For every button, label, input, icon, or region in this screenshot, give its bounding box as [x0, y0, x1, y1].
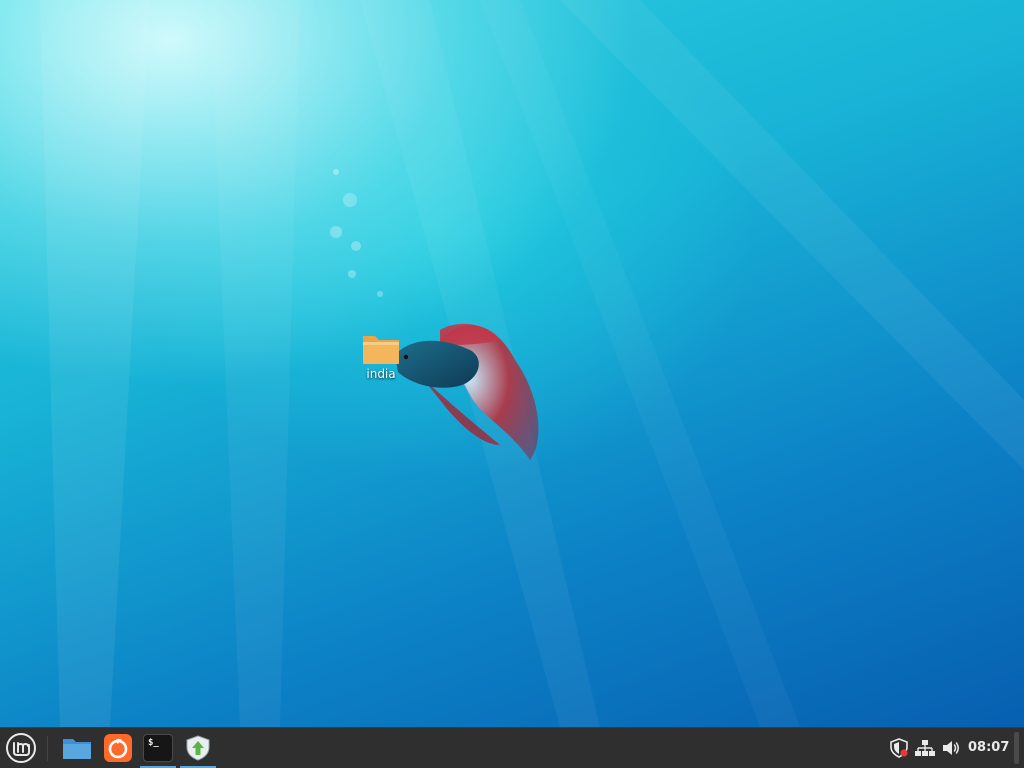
folder-icon — [63, 739, 91, 759]
linux-mint-logo-icon — [6, 733, 36, 763]
terminal-prompt: $_ — [148, 738, 159, 748]
terminal-icon: $_ — [143, 734, 173, 762]
volume-icon — [943, 741, 959, 755]
update-manager-launcher[interactable] — [181, 732, 215, 764]
mint-menu-button[interactable] — [4, 731, 38, 765]
folder-icon — [363, 336, 399, 364]
firefox-launcher[interactable] — [102, 732, 134, 764]
files-launcher[interactable] — [60, 732, 94, 764]
divider — [47, 736, 48, 761]
firefox-icon — [104, 734, 132, 762]
bubbles — [330, 169, 383, 297]
betta-fish-icon — [395, 323, 539, 460]
tray-volume[interactable] — [940, 738, 962, 758]
shield-update-icon — [186, 735, 210, 761]
show-desktop-button[interactable] — [1014, 732, 1019, 764]
shield-alert-icon — [890, 738, 908, 758]
light-rays — [40, 0, 1024, 727]
terminal-launcher[interactable]: $_ — [141, 732, 175, 764]
taskbar: $_ 08:07 — [0, 727, 1024, 768]
network-icon — [915, 740, 935, 756]
tray-shield-alert[interactable] — [888, 738, 910, 758]
clock[interactable]: 08:07 — [968, 740, 1009, 755]
tray-network[interactable] — [914, 738, 936, 758]
desktop-background[interactable]: india — [0, 0, 1024, 727]
desktop-icon-india[interactable]: india — [352, 330, 410, 396]
desktop-icon-label: india — [366, 367, 396, 381]
